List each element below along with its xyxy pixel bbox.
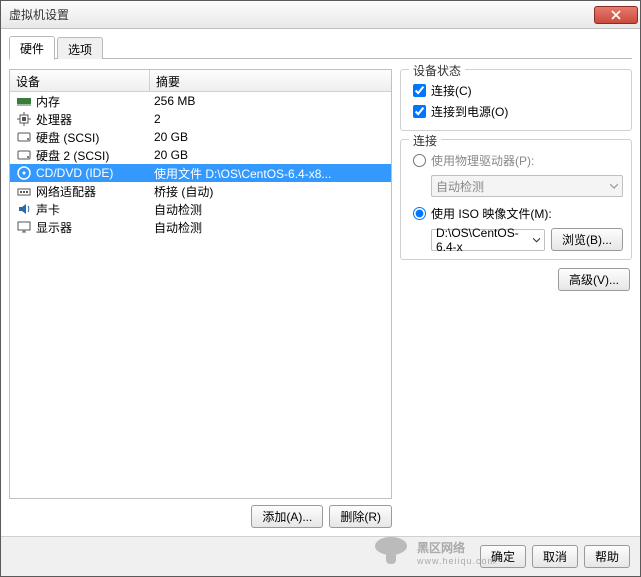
footer: 黑区网络 www.heiiqu.com 确定 取消 帮助 bbox=[1, 536, 640, 576]
device-summary: 20 GB bbox=[154, 130, 385, 144]
tab-strip: 硬件 选项 bbox=[9, 35, 632, 59]
device-summary: 使用文件 D:\OS\CentOS-6.4-x8... bbox=[154, 165, 385, 182]
advanced-button[interactable]: 高级(V)... bbox=[558, 268, 630, 291]
cpu-icon bbox=[16, 111, 32, 127]
physical-radio[interactable] bbox=[413, 154, 426, 167]
net-icon bbox=[16, 183, 32, 199]
browse-button[interactable]: 浏览(B)... bbox=[551, 228, 623, 251]
window-title: 虚拟机设置 bbox=[9, 6, 594, 23]
device-name: 硬盘 2 (SCSI) bbox=[36, 147, 154, 164]
list-header: 设备 摘要 bbox=[10, 70, 391, 92]
connection-title: 连接 bbox=[409, 132, 441, 149]
autodetect-label: 自动检测 bbox=[436, 178, 484, 195]
right-pane: 设备状态 连接(C) 连接到电源(O) 连接 使用物理驱动器(P): bbox=[400, 69, 632, 528]
connect-power-checkbox-row[interactable]: 连接到电源(O) bbox=[409, 101, 623, 122]
content-area: 硬件 选项 设备 摘要 内存256 MB处理器2硬盘 (SCSI)20 GB硬盘… bbox=[1, 29, 640, 536]
device-name: 显示器 bbox=[36, 219, 154, 236]
iso-path-value: D:\OS\CentOS-6.4-x bbox=[436, 226, 533, 254]
table-row[interactable]: 硬盘 (SCSI)20 GB bbox=[10, 128, 391, 146]
header-device[interactable]: 设备 bbox=[10, 70, 150, 91]
physical-combo-wrap: 自动检测 bbox=[431, 175, 623, 197]
iso-row: D:\OS\CentOS-6.4-x 浏览(B)... bbox=[431, 228, 623, 251]
table-row[interactable]: 硬盘 2 (SCSI)20 GB bbox=[10, 146, 391, 164]
iso-path-combo[interactable]: D:\OS\CentOS-6.4-x bbox=[431, 229, 545, 251]
table-row[interactable]: 声卡自动检测 bbox=[10, 200, 391, 218]
header-summary[interactable]: 摘要 bbox=[150, 70, 391, 91]
list-buttons: 添加(A)... 删除(R) bbox=[9, 499, 392, 528]
device-name: 内存 bbox=[36, 93, 154, 110]
table-row[interactable]: 网络适配器桥接 (自动) bbox=[10, 182, 391, 200]
device-list: 设备 摘要 内存256 MB处理器2硬盘 (SCSI)20 GB硬盘 2 (SC… bbox=[9, 69, 392, 499]
tab-hardware[interactable]: 硬件 bbox=[9, 36, 55, 60]
tab-content: 设备 摘要 内存256 MB处理器2硬盘 (SCSI)20 GB硬盘 2 (SC… bbox=[9, 59, 632, 528]
device-name: 网络适配器 bbox=[36, 183, 154, 200]
physical-radio-row[interactable]: 使用物理驱动器(P): bbox=[409, 150, 623, 171]
table-row[interactable]: CD/DVD (IDE)使用文件 D:\OS\CentOS-6.4-x8... bbox=[10, 164, 391, 182]
device-name: CD/DVD (IDE) bbox=[36, 166, 154, 180]
device-name: 硬盘 (SCSI) bbox=[36, 129, 154, 146]
watermark: 黑区网络 www.heiiqu.com bbox=[371, 532, 496, 572]
cancel-button[interactable]: 取消 bbox=[532, 545, 578, 568]
chevron-down-icon bbox=[533, 236, 540, 244]
device-summary: 自动检测 bbox=[154, 201, 385, 218]
device-summary: 桥接 (自动) bbox=[154, 183, 385, 200]
display-icon bbox=[16, 219, 32, 235]
tab-options[interactable]: 选项 bbox=[57, 37, 103, 59]
iso-label: 使用 ISO 映像文件(M): bbox=[431, 205, 552, 222]
add-button[interactable]: 添加(A)... bbox=[251, 505, 323, 528]
help-button[interactable]: 帮助 bbox=[584, 545, 630, 568]
vm-settings-window: 虚拟机设置 硬件 选项 设备 摘要 内存256 MB处理器2硬盘 (SCSI)2… bbox=[0, 0, 641, 577]
physical-label: 使用物理驱动器(P): bbox=[431, 152, 534, 169]
iso-radio-row[interactable]: 使用 ISO 映像文件(M): bbox=[409, 203, 623, 224]
memory-icon bbox=[16, 93, 32, 109]
connect-power-label: 连接到电源(O) bbox=[431, 103, 508, 120]
close-icon bbox=[611, 10, 621, 20]
connected-checkbox[interactable] bbox=[413, 84, 426, 97]
device-summary: 自动检测 bbox=[154, 219, 385, 236]
list-body: 内存256 MB处理器2硬盘 (SCSI)20 GB硬盘 2 (SCSI)20 … bbox=[10, 92, 391, 498]
mushroom-icon bbox=[371, 532, 411, 572]
cd-icon bbox=[16, 165, 32, 181]
ok-button[interactable]: 确定 bbox=[480, 545, 526, 568]
table-row[interactable]: 内存256 MB bbox=[10, 92, 391, 110]
physical-combo: 自动检测 bbox=[431, 175, 623, 197]
connection-group: 连接 使用物理驱动器(P): 自动检测 使用 ISO 映像文件(M): bbox=[400, 139, 632, 260]
connected-checkbox-row[interactable]: 连接(C) bbox=[409, 80, 623, 101]
sound-icon bbox=[16, 201, 32, 217]
device-name: 处理器 bbox=[36, 111, 154, 128]
device-summary: 256 MB bbox=[154, 94, 385, 108]
advanced-row: 高级(V)... bbox=[400, 268, 632, 291]
device-status-group: 设备状态 连接(C) 连接到电源(O) bbox=[400, 69, 632, 131]
connect-power-checkbox[interactable] bbox=[413, 105, 426, 118]
connected-label: 连接(C) bbox=[431, 82, 472, 99]
disk-icon bbox=[16, 129, 32, 145]
titlebar[interactable]: 虚拟机设置 bbox=[1, 1, 640, 29]
device-summary: 20 GB bbox=[154, 148, 385, 162]
device-status-title: 设备状态 bbox=[409, 62, 465, 79]
device-summary: 2 bbox=[154, 112, 385, 126]
disk-icon bbox=[16, 147, 32, 163]
device-name: 声卡 bbox=[36, 201, 154, 218]
table-row[interactable]: 处理器2 bbox=[10, 110, 391, 128]
remove-button[interactable]: 删除(R) bbox=[329, 505, 392, 528]
chevron-down-icon bbox=[610, 182, 618, 190]
table-row[interactable]: 显示器自动检测 bbox=[10, 218, 391, 236]
close-button[interactable] bbox=[594, 6, 638, 24]
iso-radio[interactable] bbox=[413, 207, 426, 220]
